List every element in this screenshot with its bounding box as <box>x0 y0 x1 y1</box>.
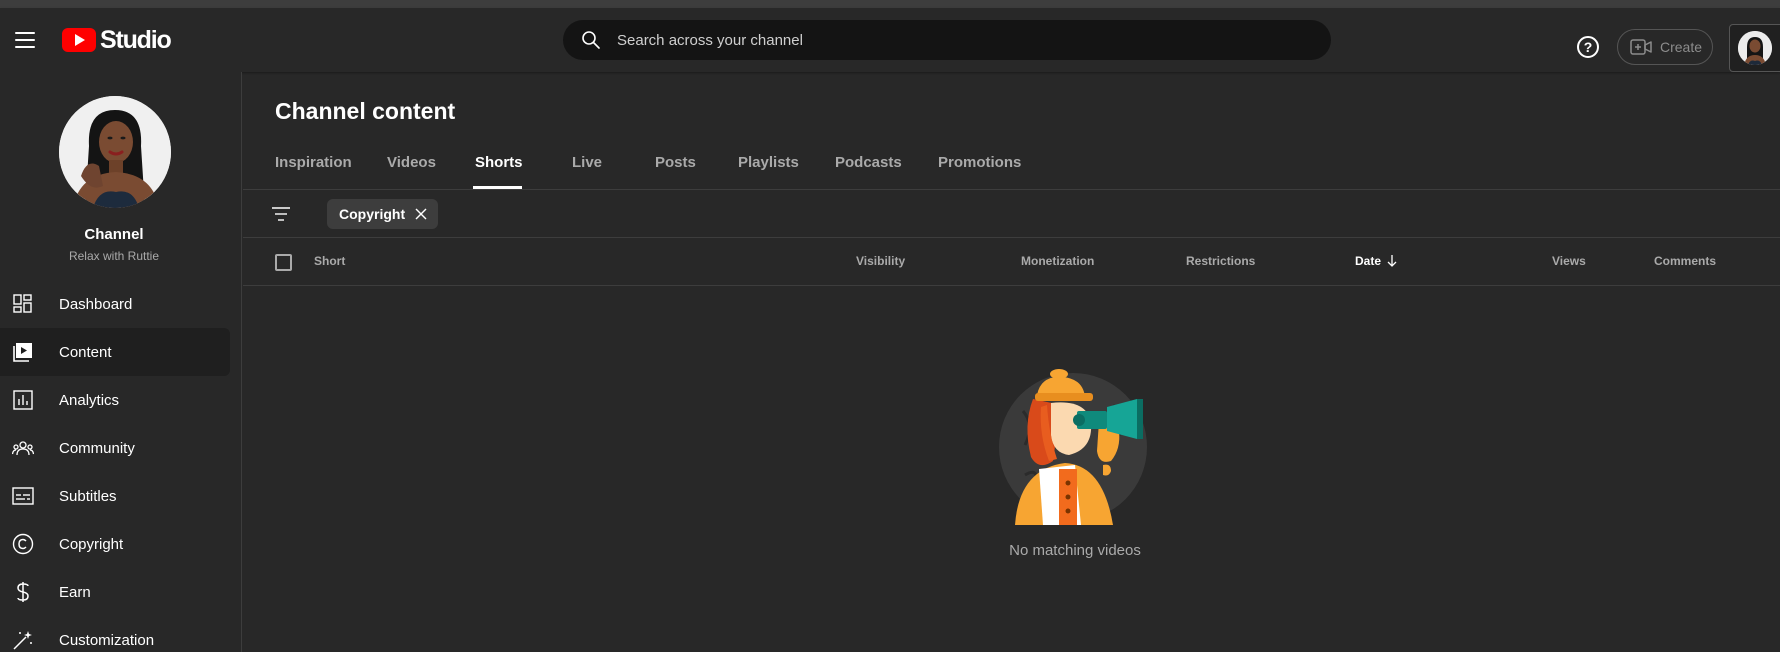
select-all-checkbox[interactable] <box>275 254 292 271</box>
account-avatar <box>1738 31 1772 65</box>
tab-promotions[interactable]: Promotions <box>938 154 1021 171</box>
sidebar-item-label: Analytics <box>59 391 120 409</box>
sidebar-item-customization[interactable]: Customization <box>0 616 242 652</box>
content-tabs: Inspiration Videos Shorts Live Posts Pla… <box>243 142 1780 190</box>
search-icon <box>582 31 600 49</box>
tab-live[interactable]: Live <box>572 154 602 171</box>
logo-text: Studio <box>100 25 172 54</box>
sidebar-item-content[interactable]: Content <box>0 328 230 376</box>
sidebar-item-label: Community <box>59 439 135 457</box>
analytics-icon <box>12 389 34 411</box>
search-bar[interactable] <box>563 20 1331 60</box>
channel-name: Channel <box>84 226 144 243</box>
column-short: Short <box>314 254 346 268</box>
column-views: Views <box>1552 254 1586 268</box>
column-date[interactable]: Date <box>1355 254 1397 268</box>
create-button[interactable]: Create <box>1617 29 1713 65</box>
top-header: Studio ? Create <box>0 8 1780 72</box>
window-top-strip <box>0 0 1780 8</box>
filter-chip-copyright[interactable]: Copyright <box>327 199 439 229</box>
column-date-label: Date <box>1355 254 1382 268</box>
column-monetization: Monetization <box>1021 254 1095 268</box>
empty-state: No matching videos <box>243 286 1780 652</box>
column-restrictions: Restrictions <box>1186 254 1256 268</box>
account-button[interactable] <box>1729 24 1780 72</box>
create-video-icon <box>1630 39 1652 55</box>
tab-podcasts[interactable]: Podcasts <box>835 154 902 171</box>
dashboard-icon <box>12 293 34 315</box>
create-label: Create <box>1660 39 1703 55</box>
content-icon <box>12 341 34 363</box>
youtube-play-icon <box>62 28 96 52</box>
sidebar-item-label: Content <box>59 343 112 361</box>
filter-icon[interactable] <box>271 204 291 224</box>
sidebar-item-analytics[interactable]: Analytics <box>0 376 242 424</box>
page-title: Channel content <box>275 98 456 124</box>
channel-subtitle: Relax with Ruttie <box>68 249 160 263</box>
tab-posts[interactable]: Posts <box>655 154 696 171</box>
earn-icon <box>12 581 34 603</box>
column-visibility: Visibility <box>856 254 906 268</box>
tab-shorts[interactable]: Shorts <box>475 154 523 171</box>
tab-playlists[interactable]: Playlists <box>738 154 799 171</box>
active-tab-indicator <box>473 186 522 189</box>
search-input[interactable] <box>617 31 1331 49</box>
main-content: Channel content Inspiration Videos Short… <box>243 72 1780 652</box>
binoculars-explorer-illustration <box>999 369 1147 525</box>
menu-icon[interactable] <box>10 25 40 55</box>
filter-bar: Copyright <box>243 190 1780 238</box>
sidebar-nav: Dashboard Content Analytics Community Su… <box>0 280 242 652</box>
sidebar-item-label: Copyright <box>59 535 124 553</box>
filter-chip-label: Copyright <box>339 206 406 222</box>
sidebar-item-earn[interactable]: Earn <box>0 568 242 616</box>
tab-videos[interactable]: Videos <box>387 154 436 171</box>
channel-avatar[interactable] <box>59 96 171 208</box>
sidebar-item-community[interactable]: Community <box>0 424 242 472</box>
tab-inspiration[interactable]: Inspiration <box>275 154 352 171</box>
sidebar-item-label: Earn <box>59 583 91 601</box>
customization-icon <box>12 629 34 651</box>
studio-logo[interactable]: Studio <box>62 25 172 54</box>
sidebar: Channel Relax with Ruttie Dashboard Cont… <box>0 72 242 652</box>
copyright-icon <box>12 533 34 555</box>
subtitles-icon <box>12 485 34 507</box>
sidebar-item-copyright[interactable]: Copyright <box>0 520 242 568</box>
close-icon[interactable] <box>415 208 427 220</box>
sidebar-item-label: Customization <box>59 631 155 649</box>
column-comments: Comments <box>1654 254 1717 268</box>
community-icon <box>12 437 34 459</box>
sidebar-item-label: Dashboard <box>59 295 133 313</box>
empty-message: No matching videos <box>1009 542 1141 559</box>
sidebar-item-subtitles[interactable]: Subtitles <box>0 472 242 520</box>
table-header: Short Visibility Monetization Restrictio… <box>243 238 1780 286</box>
arrow-down-icon <box>1387 255 1397 267</box>
help-icon[interactable]: ? <box>1577 36 1599 58</box>
sidebar-item-dashboard[interactable]: Dashboard <box>0 280 242 328</box>
sidebar-item-label: Subtitles <box>59 487 117 505</box>
